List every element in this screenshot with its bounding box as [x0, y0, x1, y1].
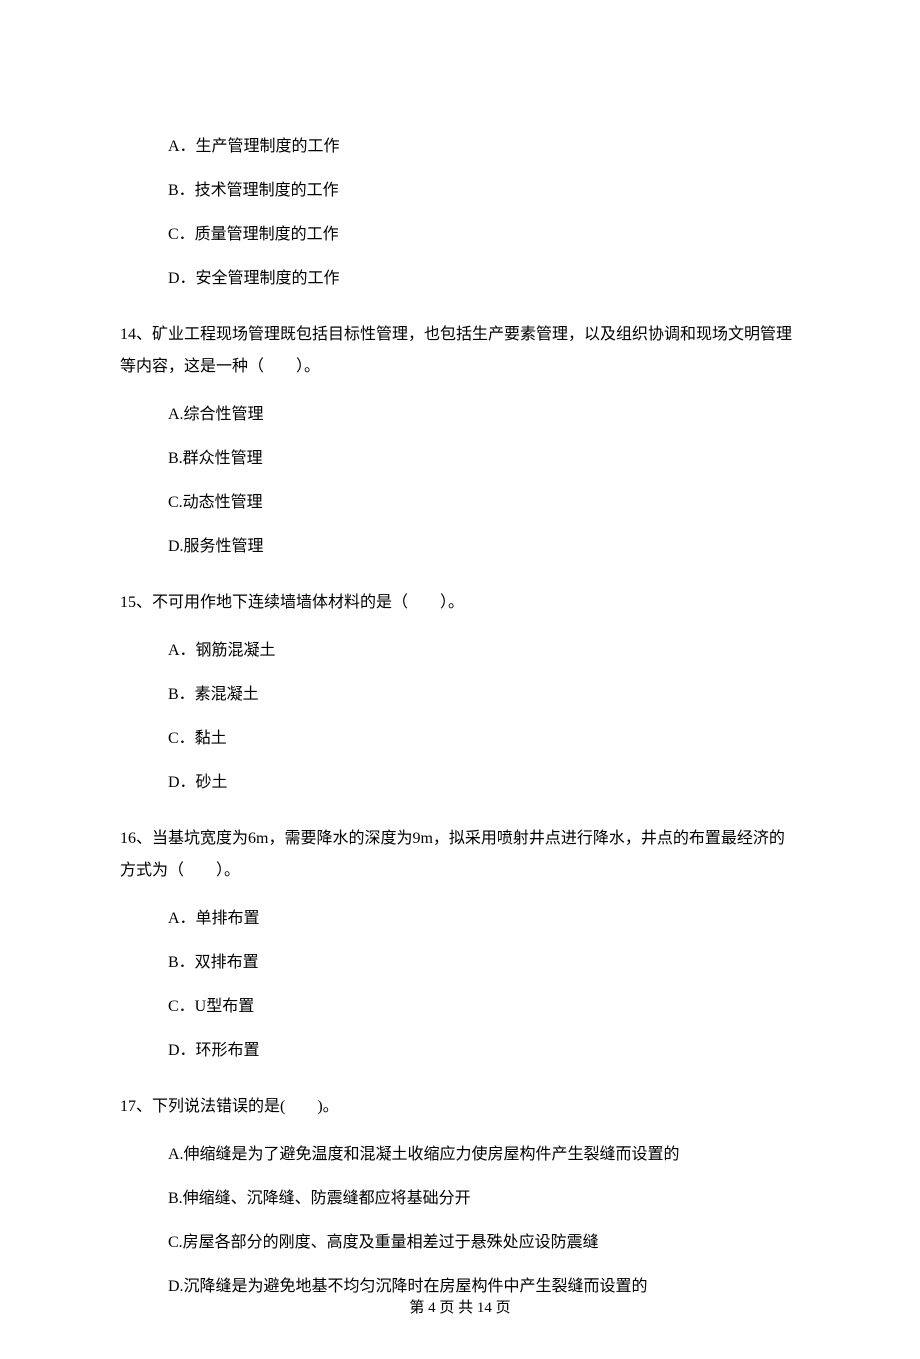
q17-stem: 17、下列说法错误的是( )。	[120, 1091, 800, 1123]
q17-option-c: C.房屋各部分的刚度、高度及重量相差过于悬殊处应设防震缝	[168, 1231, 800, 1255]
q17-option-b: B.伸缩缝、沉降缝、防震缝都应将基础分开	[168, 1187, 800, 1211]
q14-option-c: C.动态性管理	[168, 491, 800, 515]
q16-stem: 16、当基坑宽度为6m，需要降水的深度为9m，拟采用喷射井点进行降水，井点的布置…	[120, 823, 800, 887]
q16-option-b: B．双排布置	[168, 951, 800, 975]
page-footer: 第 4 页 共 14 页	[0, 1297, 920, 1320]
page: A．生产管理制度的工作 B．技术管理制度的工作 C．质量管理制度的工作 D．安全…	[0, 0, 920, 1359]
q14-option-d: D.服务性管理	[168, 535, 800, 559]
q14-option-b: B.群众性管理	[168, 447, 800, 471]
q17-option-a: A.伸缩缝是为了避免温度和混凝土收缩应力使房屋构件产生裂缝而设置的	[168, 1143, 800, 1167]
q16-option-a: A．单排布置	[168, 907, 800, 931]
q14-stem: 14、矿业工程现场管理既包括目标性管理，也包括生产要素管理，以及组织协调和现场文…	[120, 319, 800, 383]
q13-option-d: D．安全管理制度的工作	[168, 267, 800, 291]
q15-stem: 15、不可用作地下连续墙墙体材料的是（ ）。	[120, 587, 800, 619]
q16-option-d: D．环形布置	[168, 1039, 800, 1063]
q15-option-a: A．钢筋混凝土	[168, 639, 800, 663]
q13-option-a: A．生产管理制度的工作	[168, 135, 800, 159]
q16-option-c: C．U型布置	[168, 995, 800, 1019]
q15-option-d: D．砂土	[168, 771, 800, 795]
q14-option-a: A.综合性管理	[168, 403, 800, 427]
q15-option-c: C．黏土	[168, 727, 800, 751]
q13-option-c: C．质量管理制度的工作	[168, 223, 800, 247]
q17-option-d: D.沉降缝是为避免地基不均匀沉降时在房屋构件中产生裂缝而设置的	[168, 1275, 800, 1299]
q15-option-b: B．素混凝土	[168, 683, 800, 707]
q13-option-b: B．技术管理制度的工作	[168, 179, 800, 203]
